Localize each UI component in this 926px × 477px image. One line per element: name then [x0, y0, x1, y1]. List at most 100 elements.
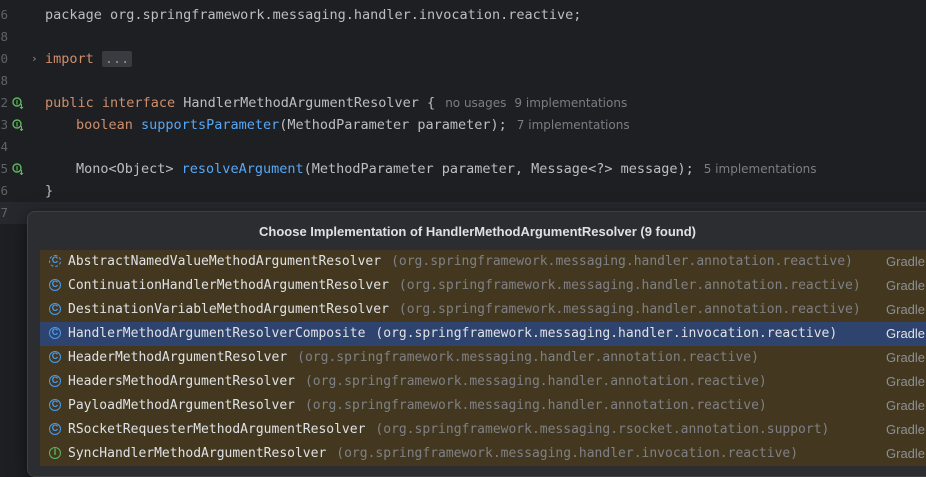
interface-name: HandlerMethodArgumentResolver { [183, 95, 436, 111]
implementation-name: SyncHandlerMethodArgumentResolver (org.sp… [68, 442, 798, 466]
source-label: Gradle [886, 374, 926, 389]
method-name: resolveArgument [181, 161, 304, 177]
line-number: 2 [0, 95, 8, 110]
import-keyword: import [45, 51, 94, 67]
code-line[interactable]: 8 [0, 26, 926, 48]
implementation-name: ContinuationHandlerMethodArgumentResolve… [68, 274, 861, 298]
class-icon: C [49, 399, 61, 411]
implementation-item[interactable]: C RSocketRequesterMethodArgumentResolver (… [40, 418, 926, 442]
code-line[interactable]: 3 I boolean supportsParameter(MethodPara… [0, 114, 926, 136]
line-number: 8 [0, 73, 8, 88]
implementation-name: HeadersMethodArgumentResolver (org.spring… [68, 370, 767, 394]
package-name: (org.springframework.messaging.handler.a… [398, 278, 861, 293]
class-icon: C [49, 375, 61, 387]
svg-text:I: I [16, 166, 18, 173]
code-line[interactable]: 0 › import ... [0, 48, 926, 70]
package-name: (org.springframework.messaging.handler.a… [398, 302, 861, 317]
implementations-hint[interactable]: 5 implementations [704, 162, 817, 176]
class-icon: C [49, 423, 61, 435]
implementation-item[interactable]: C PayloadMethodArgumentResolver (org.sprin… [40, 394, 926, 418]
implementation-item[interactable]: C HeadersMethodArgumentResolver (org.sprin… [40, 370, 926, 394]
line-number: 8 [0, 29, 8, 44]
method-declaration: Mono<Object> resolveArgument(MethodParam… [76, 158, 817, 180]
class-name: SyncHandlerMethodArgumentResolver [68, 446, 327, 461]
implementation-name: AbstractNamedValueMethodArgumentResolver… [68, 250, 853, 274]
boolean-keyword: boolean [76, 117, 133, 133]
implementation-name: HandlerMethodArgumentResolverComposite (o… [68, 322, 837, 346]
class-icon: C [49, 279, 61, 291]
public-keyword: public [45, 95, 94, 111]
source-label: Gradle [886, 422, 926, 437]
implementation-name: RSocketRequesterMethodArgumentResolver (o… [68, 418, 829, 442]
implementation-item[interactable]: C ContinuationHandlerMethodArgumentResolv… [40, 274, 926, 298]
class-icon: C [49, 303, 61, 315]
abstract-class-icon: C [49, 255, 61, 267]
code-line[interactable]: 2 I public interface HandlerMethodArgume… [0, 92, 926, 114]
implemented-gutter-icon[interactable]: I [12, 119, 24, 131]
svg-text:I: I [16, 122, 18, 129]
interface-icon: I [49, 447, 61, 459]
implementation-item[interactable]: I SyncHandlerMethodArgumentResolver (org.s… [40, 442, 926, 466]
implementation-item[interactable]: C AbstractNamedValueMethodArgumentResolve… [40, 250, 926, 274]
class-name: HeaderMethodArgumentResolver [68, 350, 288, 365]
implementation-name: PayloadMethodArgumentResolver (org.spring… [68, 394, 767, 418]
package-name: (org.springframework.messaging.handler.a… [391, 254, 853, 269]
code-line[interactable]: 8 [0, 70, 926, 92]
method-name: supportsParameter [141, 117, 280, 133]
line-number: 5 [0, 161, 8, 176]
class-name: DestinationVariableMethodArgumentResolve… [68, 302, 389, 317]
code-line[interactable]: 6 package org.springframework.messaging.… [0, 4, 926, 26]
source-label: Gradle [886, 302, 926, 317]
line-number: 7 [0, 205, 8, 220]
implementation-name: HeaderMethodArgumentResolver (org.springf… [68, 346, 759, 370]
implementations-hint[interactable]: 7 implementations [517, 118, 630, 132]
class-name: HandlerMethodArgumentResolverComposite [68, 326, 366, 341]
implementation-name: DestinationVariableMethodArgumentResolve… [68, 298, 861, 322]
usages-hint[interactable]: no usages [445, 96, 506, 110]
line-number: 0 [0, 51, 8, 66]
code-line[interactable]: 5 I Mono<Object> resolveArgument(MethodP… [0, 158, 926, 180]
implemented-gutter-icon[interactable]: I [12, 163, 24, 175]
svg-text:I: I [16, 100, 18, 107]
source-label: Gradle [886, 446, 926, 461]
source-label: Gradle [886, 278, 926, 293]
class-name: RSocketRequesterMethodArgumentResolver [68, 422, 366, 437]
code-line[interactable]: 6 } [0, 180, 926, 202]
class-icon: C [49, 327, 61, 339]
line-number: 3 [0, 117, 8, 132]
class-name: PayloadMethodArgumentResolver [68, 398, 295, 413]
class-name: HeadersMethodArgumentResolver [68, 374, 295, 389]
fold-expand-icon[interactable]: › [31, 48, 38, 70]
closing-brace: } [45, 183, 54, 199]
line-number: 6 [0, 183, 8, 198]
source-label: Gradle [886, 254, 926, 269]
package-name: (org.springframework.messaging.handler.a… [304, 374, 767, 389]
implementation-item[interactable]: C DestinationVariableMethodArgumentResolv… [40, 298, 926, 322]
package-name: (org.springframework.messaging.rsocket.a… [375, 422, 830, 437]
implementation-item[interactable]: C HandlerMethodArgumentResolverComposite (… [40, 322, 926, 346]
method-params: (MethodParameter parameter); [279, 117, 507, 133]
method-params: (MethodParameter parameter, Message<?> m… [303, 161, 694, 177]
interface-keyword: interface [101, 95, 176, 111]
return-type: Mono<Object> [76, 161, 182, 177]
class-name: ContinuationHandlerMethodArgumentResolve… [68, 278, 389, 293]
implementation-item[interactable]: C HeaderMethodArgumentResolver (org.spring… [40, 346, 926, 370]
implemented-gutter-icon[interactable]: I [12, 97, 24, 109]
implementations-hint[interactable]: 9 implementations [514, 96, 627, 110]
choose-implementation-popup: Choose Implementation of HandlerMethodAr… [27, 211, 926, 477]
package-name: (org.springframework.messaging.handler.a… [297, 350, 759, 365]
method-declaration: boolean supportsParameter(MethodParamete… [76, 114, 630, 136]
package-name: (org.springframework.messaging.handler.a… [304, 398, 767, 413]
collapsed-imports[interactable]: ... [101, 51, 133, 67]
source-label: Gradle [886, 350, 926, 365]
package-name: (org.springframework.messaging.handler.i… [375, 326, 838, 341]
package-statement: package org.springframework.messaging.ha… [45, 7, 582, 23]
code-line[interactable]: 4 [0, 136, 926, 158]
line-number: 6 [0, 7, 8, 22]
package-name: (org.springframework.messaging.handler.i… [336, 446, 799, 461]
import-statement: import ... [45, 48, 133, 70]
line-number: 4 [0, 139, 8, 154]
class-icon: C [49, 351, 61, 363]
popup-title: Choose Implementation of HandlerMethodAr… [259, 224, 696, 239]
interface-declaration: public interface HandlerMethodArgumentRe… [45, 92, 627, 114]
